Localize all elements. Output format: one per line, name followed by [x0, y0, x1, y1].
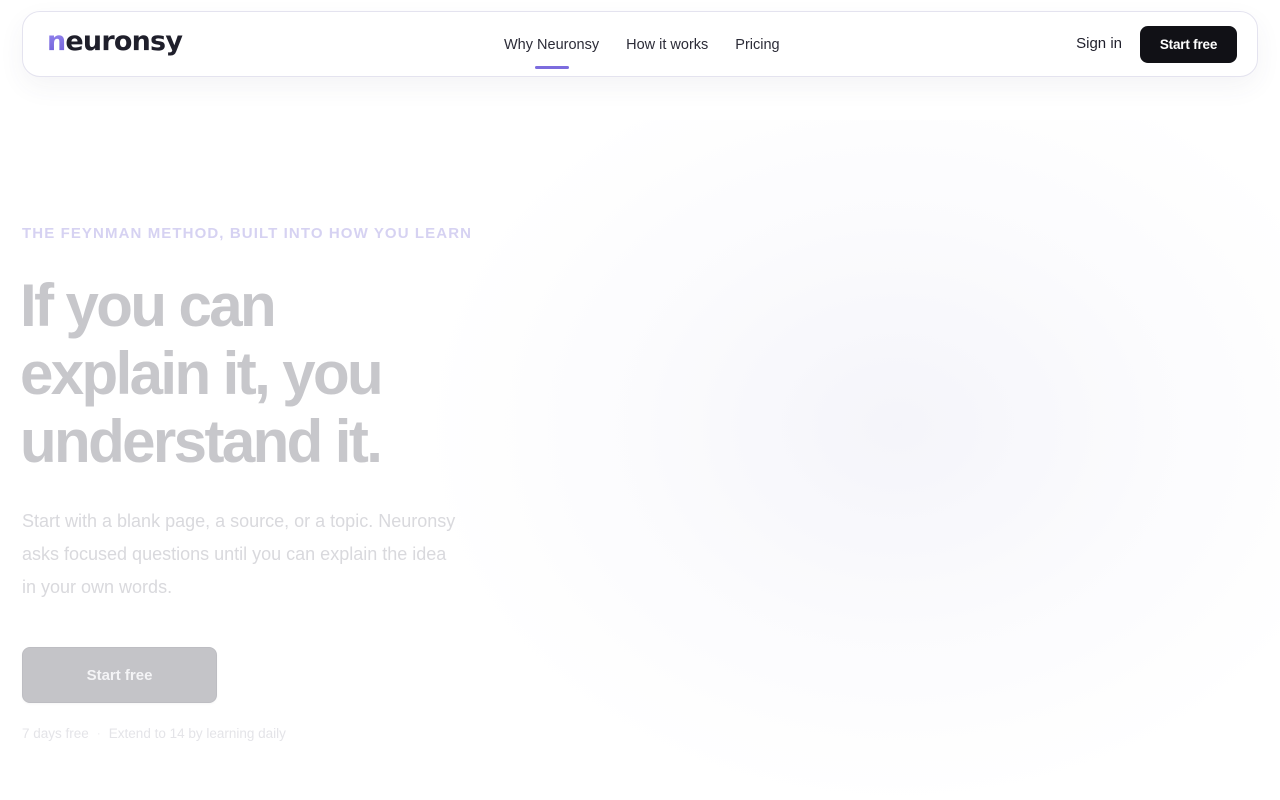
trial-note: 7 days free · Extend to 14 by learning d… [22, 724, 286, 742]
headline-line: understand it. [20, 408, 383, 475]
nav-link-label: Why Neuronsy [504, 37, 600, 53]
nav-link-label: How it works [626, 37, 709, 53]
hero-subtext: Start with a blank page, a source, or a … [22, 505, 482, 604]
top-navbar: neuronsy Why Neuronsy How it works Prici… [22, 11, 1258, 77]
subtext-line: in your own words. [22, 577, 173, 597]
hero-background-glow [430, 120, 1280, 800]
subtext-line: Start with a blank page, a source, or a … [22, 511, 456, 531]
logo-letter-n: n [47, 26, 66, 57]
hero-headline: If you can explain it, you understand it… [20, 272, 480, 476]
hero-eyebrow: THE FEYNMAN METHOD, BUILT INTO HOW YOU L… [22, 225, 473, 242]
sign-in-link[interactable]: Sign in [1076, 34, 1122, 54]
nav-link-why-neuronsy[interactable]: Why Neuronsy [504, 35, 600, 69]
neuronsy-logo[interactable]: neuronsy [47, 26, 183, 58]
nav-link-pricing[interactable]: Pricing [735, 35, 779, 55]
headline-line: explain it, you [20, 340, 384, 407]
separator-dot: · [96, 726, 101, 740]
start-free-nav-button[interactable]: Start free [1140, 26, 1237, 63]
headline-line: If you can [20, 272, 277, 339]
trial-extend-text: Extend to 14 by learning daily [108, 725, 286, 741]
active-nav-indicator [534, 66, 569, 69]
main-nav: Why Neuronsy How it works Pricing [504, 35, 780, 69]
nav-link-how-it-works[interactable]: How it works [626, 35, 708, 55]
logo-wordmark: euronsy [65, 26, 183, 57]
trial-days-text: 7 days free [22, 725, 89, 741]
start-free-hero-button[interactable]: Start free [22, 647, 217, 703]
subtext-line: asks focused questions until you can exp… [22, 544, 447, 564]
nav-link-label: Pricing [735, 37, 780, 53]
